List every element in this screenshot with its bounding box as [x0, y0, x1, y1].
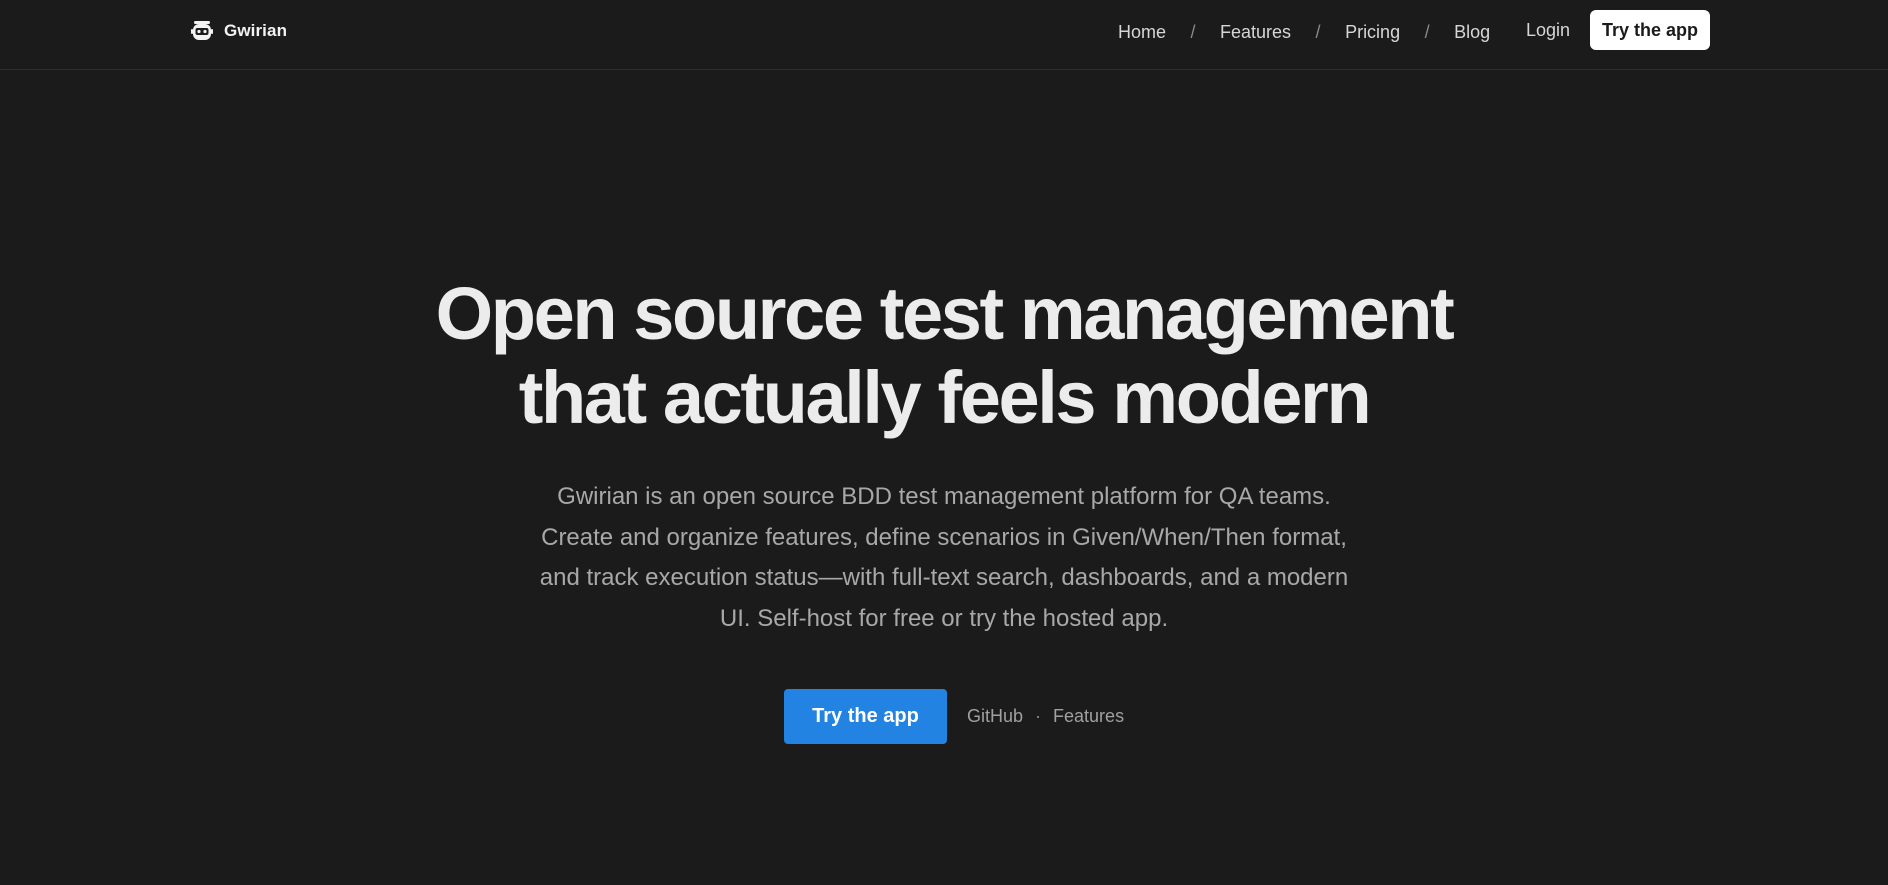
login-link[interactable]: Login: [1526, 20, 1570, 41]
header-try-app-button[interactable]: Try the app: [1590, 10, 1710, 50]
link-separator-dot: ·: [1035, 706, 1042, 726]
hero-subtitle: Gwirian is an open source BDD test manag…: [539, 483, 1349, 632]
brand-name: Gwirian: [224, 21, 288, 40]
nav-separator: /: [1315, 21, 1321, 42]
nav-link-blog[interactable]: Blog: [1454, 22, 1490, 43]
hero-title-line-2: that actually feels modern: [518, 356, 1372, 439]
nav-link-features[interactable]: Features: [1220, 22, 1291, 43]
robot-icon: [190, 19, 214, 43]
nav-separator: /: [1190, 21, 1196, 42]
hero-title: Open source test management that actuall…: [0, 272, 1888, 440]
features-link[interactable]: Features: [1053, 706, 1124, 727]
hero-try-app-button[interactable]: Try the app: [784, 689, 947, 744]
hero-cta-row: Try the app GitHub · Features: [784, 689, 1124, 744]
github-link[interactable]: GitHub: [967, 706, 1023, 727]
site-header: Gwirian Home / Features / Pricing / Blog…: [0, 0, 1888, 70]
hero-title-line-1: Open source test management: [435, 272, 1455, 355]
nav-link-pricing[interactable]: Pricing: [1345, 22, 1400, 43]
nav-separator: /: [1424, 21, 1430, 42]
nav-link-home[interactable]: Home: [1118, 22, 1166, 43]
brand[interactable]: Gwirian: [190, 19, 287, 43]
main-nav: Home / Features / Pricing / Blog: [1118, 20, 1490, 44]
